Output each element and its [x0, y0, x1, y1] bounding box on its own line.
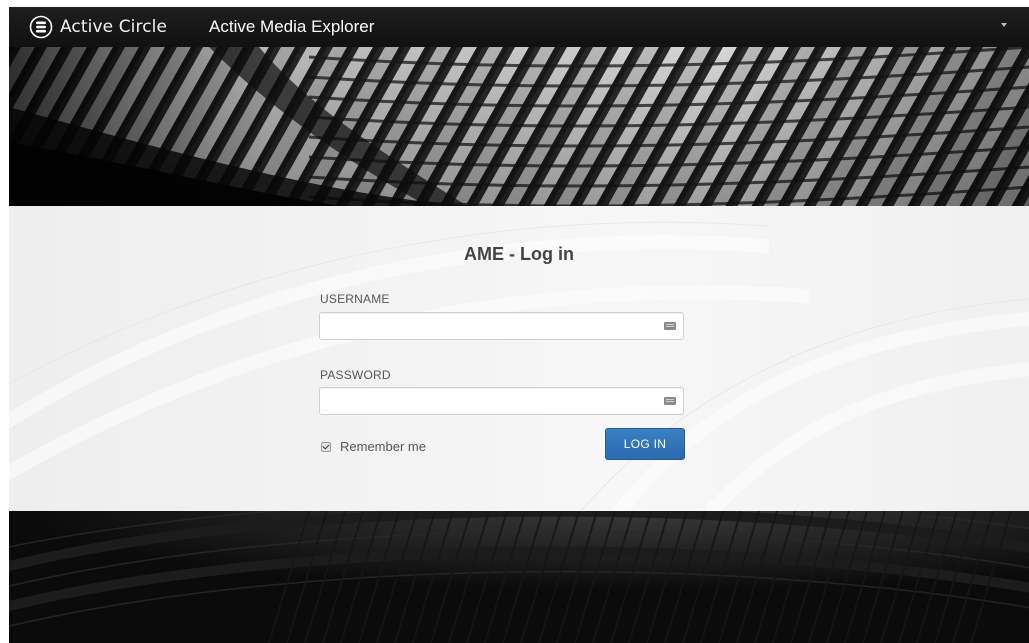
- keyboard-icon[interactable]: [664, 322, 676, 330]
- login-title: AME - Log in: [464, 244, 574, 264]
- brand-name: Active Circle: [60, 17, 168, 37]
- password-input[interactable]: [320, 388, 666, 414]
- login-panel: AME - Log in USERNAME PASSWORD Remember …: [9, 206, 1029, 511]
- app-frame: Active Circle Active Media Explorer AME …: [9, 7, 1029, 643]
- stacked-disks-icon: [29, 15, 53, 39]
- login-button[interactable]: LOG IN: [605, 428, 685, 460]
- username-field[interactable]: [319, 312, 684, 340]
- hero-image: [9, 47, 1029, 207]
- password-field[interactable]: [319, 387, 684, 415]
- footer-image: [9, 511, 1029, 643]
- username-input[interactable]: [320, 313, 666, 339]
- username-label: USERNAME: [320, 292, 390, 306]
- brand[interactable]: Active Circle: [29, 7, 167, 47]
- password-label: PASSWORD: [320, 368, 391, 382]
- caret-down-icon[interactable]: [1001, 23, 1007, 27]
- remember-me-label: Remember me: [340, 439, 426, 454]
- keyboard-icon[interactable]: [664, 397, 676, 405]
- remember-me[interactable]: Remember me: [321, 439, 426, 454]
- app-title: Active Media Explorer: [209, 17, 375, 36]
- remember-me-checkbox[interactable]: [321, 441, 331, 452]
- top-navbar: Active Circle Active Media Explorer: [9, 7, 1029, 47]
